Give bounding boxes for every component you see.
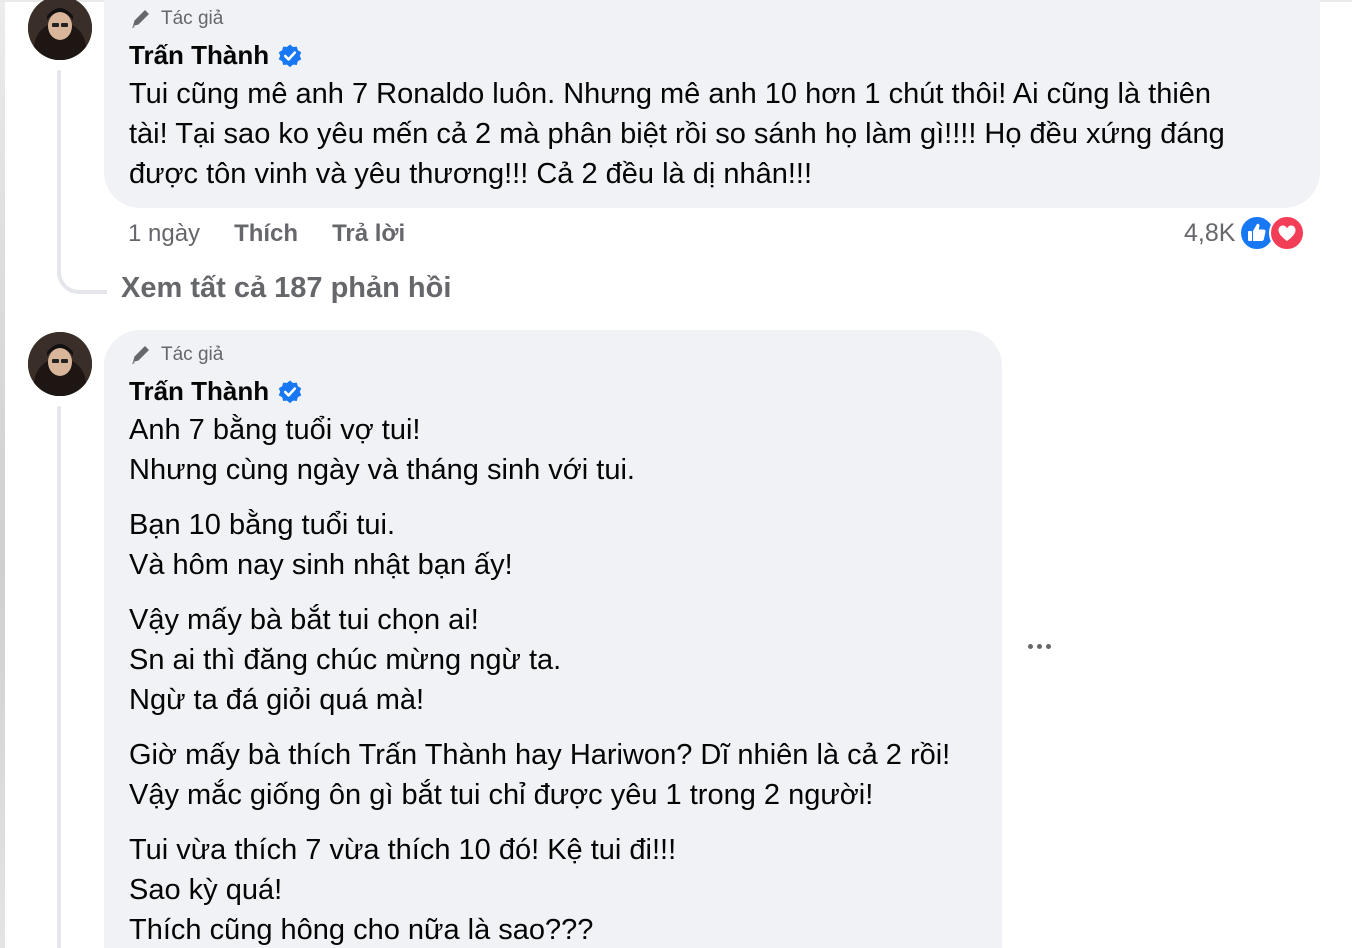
more-dot xyxy=(1028,644,1033,649)
reaction-count: 4,8K xyxy=(1184,218,1236,247)
avatar-image xyxy=(28,332,92,396)
left-edge-strip xyxy=(0,0,5,948)
author-name-row: Trấn Thành xyxy=(129,376,303,407)
author-name[interactable]: Trấn Thành xyxy=(129,376,269,407)
comment-paragraph: Tui cũng mê anh 7 Ronaldo luôn. Nhưng mê… xyxy=(129,78,1225,190)
verified-badge-icon xyxy=(278,380,302,403)
pencil-icon xyxy=(132,10,149,28)
comment-text: Anh 7 bằng tuổi vợ tui! Nhưng cùng ngày … xyxy=(129,410,989,948)
more-dot xyxy=(1046,644,1051,649)
thread-connector xyxy=(57,250,107,294)
like-button[interactable]: Thích xyxy=(234,220,298,248)
more-dot xyxy=(1037,644,1042,649)
thread-line xyxy=(57,406,61,948)
author-name-row: Trấn Thành xyxy=(129,40,303,71)
avatar[interactable] xyxy=(28,0,92,60)
author-badge: Tác giả xyxy=(129,344,223,366)
more-options-icon[interactable] xyxy=(1028,644,1051,649)
reply-button[interactable]: Trả lời xyxy=(332,220,405,248)
pencil-icon xyxy=(132,346,149,364)
comment-paragraph: Bạn 10 bằng tuổi tui. Và hôm nay sinh nh… xyxy=(129,509,513,581)
comment-paragraph: Tui vừa thích 7 vừa thích 10 đó! Kệ tui … xyxy=(129,834,677,946)
verified-badge-icon xyxy=(278,44,302,67)
love-reaction-icon xyxy=(1269,215,1306,251)
author-name[interactable]: Trấn Thành xyxy=(129,40,269,71)
avatar[interactable] xyxy=(28,332,92,396)
author-badge-label: Tác giả xyxy=(161,344,224,365)
comment-paragraph: Anh 7 bằng tuổi vợ tui! Nhưng cùng ngày … xyxy=(129,414,635,486)
comments-page: Tác giả Trấn Thành Tui cũng mê anh 7 Ron… xyxy=(0,0,1352,948)
avatar-image xyxy=(28,0,92,60)
reaction-summary[interactable]: 4,8K xyxy=(1184,215,1306,251)
thread-line xyxy=(57,70,61,270)
comment-paragraph: Vậy mấy bà bắt tui chọn ai! Sn ai thì đă… xyxy=(129,604,562,716)
comment-paragraph: Giờ mấy bà thích Trấn Thành hay Hariwon?… xyxy=(129,739,951,811)
author-badge: Tác giả xyxy=(129,8,223,30)
comment-timestamp[interactable]: 1 ngày xyxy=(128,220,200,248)
view-all-replies-link[interactable]: Xem tất cả 187 phản hồi xyxy=(121,272,451,305)
comment-text: Tui cũng mê anh 7 Ronaldo luôn. Nhưng mê… xyxy=(129,74,1299,209)
comment-actions: 1 ngày Thích Trả lời xyxy=(128,220,439,248)
author-badge-label: Tác giả xyxy=(161,8,224,29)
